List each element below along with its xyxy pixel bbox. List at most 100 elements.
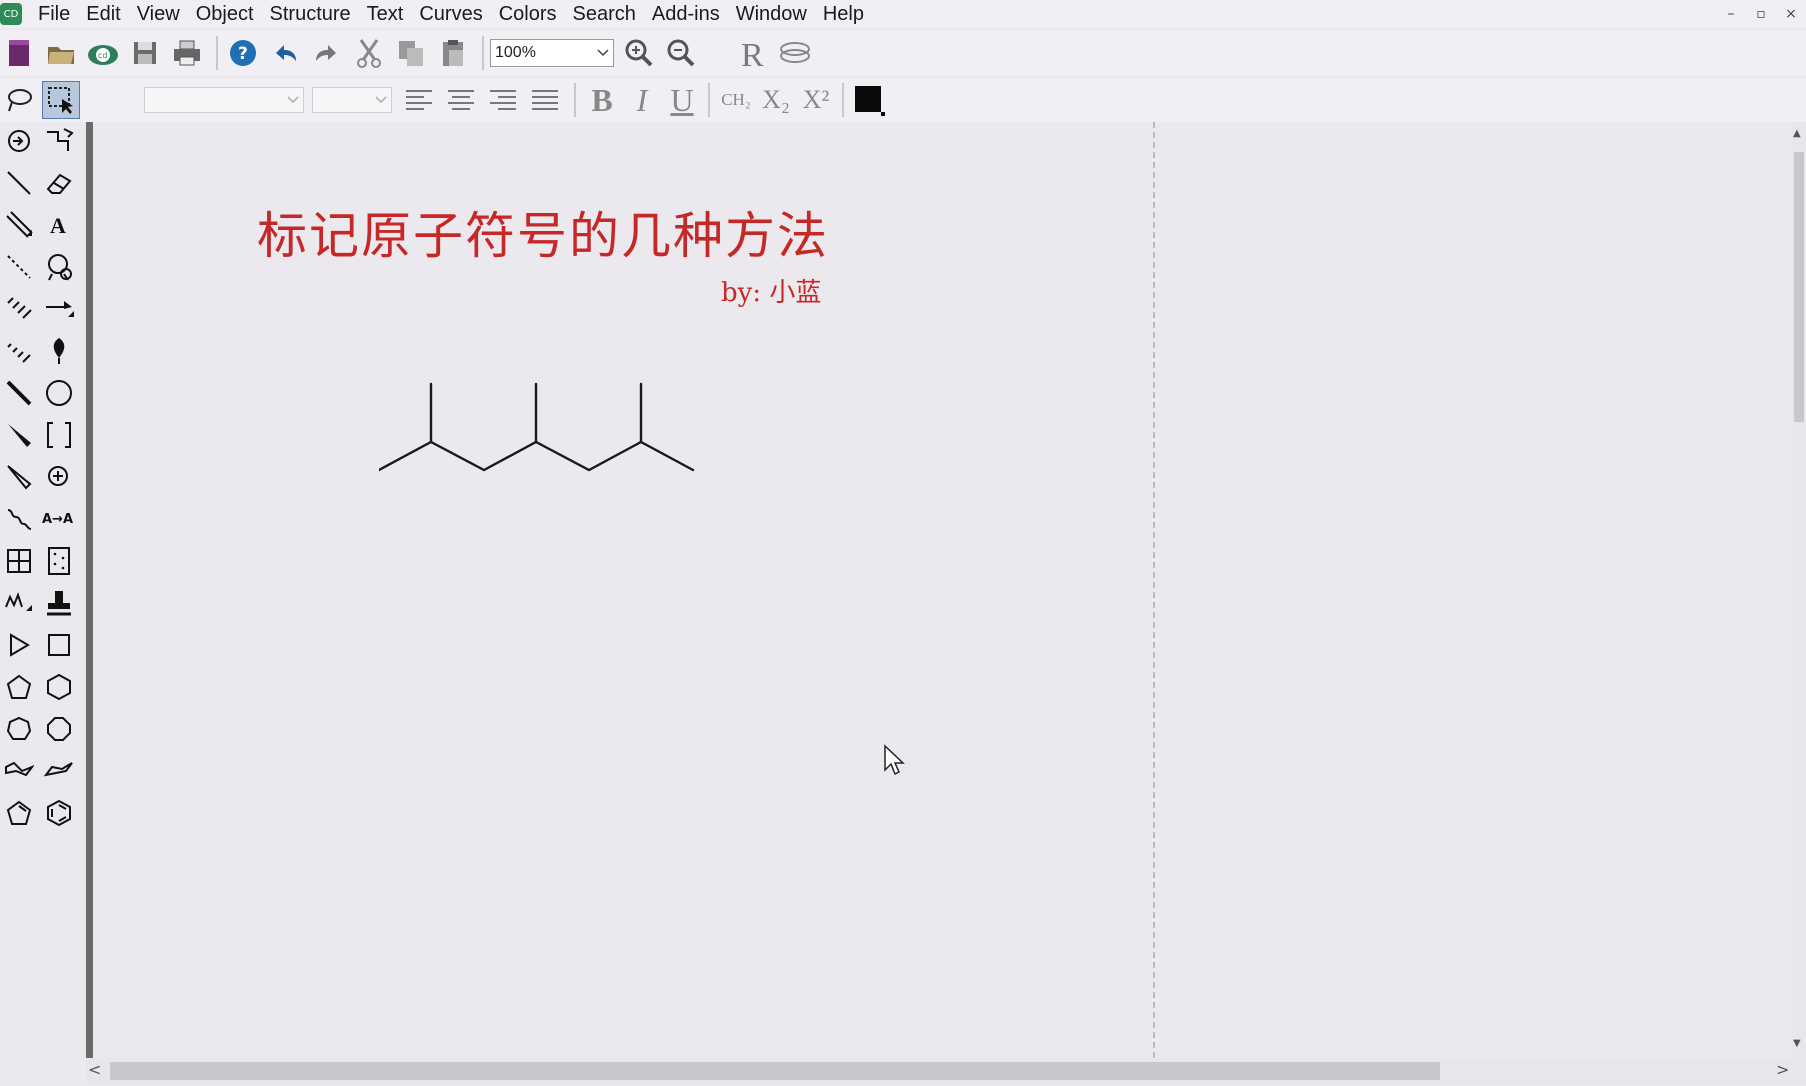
horizontal-scroll-thumb[interactable]	[110, 1062, 1440, 1080]
document-author[interactable]: by: 小蓝	[721, 272, 821, 309]
text-tool[interactable]: A	[40, 206, 78, 244]
hashed-wedge-tool[interactable]	[0, 332, 38, 370]
cloud-button[interactable]: cd	[84, 34, 122, 72]
reaction-button[interactable]: R	[734, 34, 772, 72]
close-button[interactable]: ×	[1776, 0, 1806, 28]
horizontal-scrollbar[interactable]: < >	[86, 1058, 1806, 1084]
document-title[interactable]: 标记原子符号的几种方法	[257, 196, 829, 268]
help-button[interactable]: ?	[224, 34, 262, 72]
vertical-scrollbar[interactable]: ▲ ▼	[1792, 122, 1806, 1058]
tlc-plate-tool[interactable]	[40, 542, 78, 580]
open-button[interactable]	[42, 34, 80, 72]
hexagon-icon	[47, 673, 71, 701]
menu-structure[interactable]: Structure	[262, 0, 359, 28]
table-tool[interactable]	[0, 542, 38, 580]
brackets-tool[interactable]	[40, 416, 78, 454]
cut-button[interactable]	[350, 34, 388, 72]
print-button[interactable]	[168, 34, 206, 72]
font-size-select[interactable]	[312, 87, 392, 113]
align-center-button[interactable]	[442, 81, 480, 119]
structure-perspective-tool[interactable]	[40, 122, 78, 160]
menu-search[interactable]: Search	[565, 0, 644, 28]
cycloheptane-tool[interactable]	[0, 710, 38, 748]
redo-button[interactable]	[308, 34, 346, 72]
menu-view[interactable]: View	[129, 0, 188, 28]
cyclooctane-tool[interactable]	[40, 710, 78, 748]
orbital-tool[interactable]	[40, 374, 78, 412]
subscript-button[interactable]: X₂	[756, 81, 796, 119]
cyclopentadiene-tool[interactable]	[0, 794, 38, 832]
minimize-button[interactable]: –	[1716, 0, 1746, 28]
chair-conformation-alt-tool[interactable]	[40, 752, 78, 790]
dashed-bond-tool[interactable]	[0, 248, 38, 286]
spectrum-tool[interactable]	[0, 584, 38, 622]
app-icon[interactable]: CD	[0, 3, 22, 25]
menu-curves[interactable]: Curves	[411, 0, 490, 28]
restore-button[interactable]: ▫	[1746, 0, 1776, 28]
menu-edit[interactable]: Edit	[78, 0, 128, 28]
menu-file[interactable]: File	[30, 0, 78, 28]
scroll-up-arrow[interactable]: ▲	[1793, 128, 1801, 139]
marquee-tool[interactable]	[42, 81, 80, 119]
square-ring-tool[interactable]	[40, 626, 78, 664]
zoom-in-button[interactable]	[620, 34, 658, 72]
hashed-bond-tool[interactable]	[0, 290, 38, 328]
chair-conformation-tool[interactable]	[0, 752, 38, 790]
arrow-tool[interactable]	[40, 290, 78, 328]
copy-button[interactable]	[392, 34, 430, 72]
menu-add-ins[interactable]: Add-ins	[644, 0, 728, 28]
undo-button[interactable]	[266, 34, 304, 72]
menu-help[interactable]: Help	[815, 0, 872, 28]
solid-bond-tool[interactable]	[0, 164, 38, 202]
atom-map-tool[interactable]: A→A	[40, 500, 78, 538]
drawing-canvas[interactable]: 标记原子符号的几种方法 by: 小蓝	[93, 122, 1792, 1058]
svg-text:cd: cd	[98, 51, 107, 60]
triangle-tool[interactable]	[0, 626, 38, 664]
save-button[interactable]	[126, 34, 164, 72]
wedge-bond-tool[interactable]	[0, 416, 38, 454]
cyclopentane-tool[interactable]	[0, 668, 38, 706]
scroll-right-arrow[interactable]: >	[1776, 1060, 1789, 1079]
cyclohexane-tool[interactable]	[40, 668, 78, 706]
rotate-tool[interactable]	[0, 122, 38, 160]
lasso-tool[interactable]	[0, 81, 38, 119]
italic-button[interactable]: I	[622, 81, 662, 119]
bold-bond-tool[interactable]	[0, 374, 38, 412]
zoom-select[interactable]: 100%	[490, 39, 614, 67]
scroll-left-arrow[interactable]: <	[88, 1060, 101, 1079]
perspective-icon	[47, 128, 74, 151]
font-family-select[interactable]	[144, 87, 304, 113]
copy-icon	[399, 41, 423, 66]
benzene-tool[interactable]	[40, 794, 78, 832]
underline-button[interactable]: U	[662, 81, 702, 119]
double-bond-tool[interactable]	[0, 206, 38, 244]
eraser-tool[interactable]	[40, 164, 78, 202]
chemical-symbols-tool[interactable]	[40, 458, 78, 496]
align-left-button[interactable]	[400, 81, 438, 119]
hollow-wedge-tool[interactable]	[0, 458, 38, 496]
justify-button[interactable]	[526, 81, 564, 119]
menu-window[interactable]: Window	[728, 0, 815, 28]
menu-object[interactable]: Object	[188, 0, 262, 28]
new-document-button[interactable]	[0, 34, 38, 72]
vertical-scroll-thumb[interactable]	[1794, 152, 1804, 422]
format-toolbar: B I U CH₂ X₂ X²	[0, 78, 1806, 122]
stamp-tool[interactable]	[40, 584, 78, 622]
template-tool[interactable]	[40, 248, 78, 286]
zoom-out-button[interactable]	[662, 34, 700, 72]
chemical-format-button[interactable]: CH₂	[716, 81, 756, 119]
scroll-down-arrow[interactable]: ▼	[1793, 1038, 1801, 1049]
color-button[interactable]	[850, 81, 888, 119]
menu-colors[interactable]: Colors	[491, 0, 565, 28]
menu-text[interactable]: Text	[359, 0, 412, 28]
bold-button[interactable]: B	[582, 81, 622, 119]
paste-button[interactable]	[434, 34, 472, 72]
wavy-bond-tool[interactable]	[0, 500, 38, 538]
superscript-button[interactable]: X²	[796, 81, 836, 119]
pen-tool[interactable]	[40, 332, 78, 370]
align-right-button[interactable]	[484, 81, 522, 119]
skeletal-structure[interactable]	[379, 382, 699, 482]
help-icon: ?	[230, 40, 256, 66]
dashed-bond-icon	[7, 255, 31, 279]
templates-button[interactable]	[776, 34, 814, 72]
